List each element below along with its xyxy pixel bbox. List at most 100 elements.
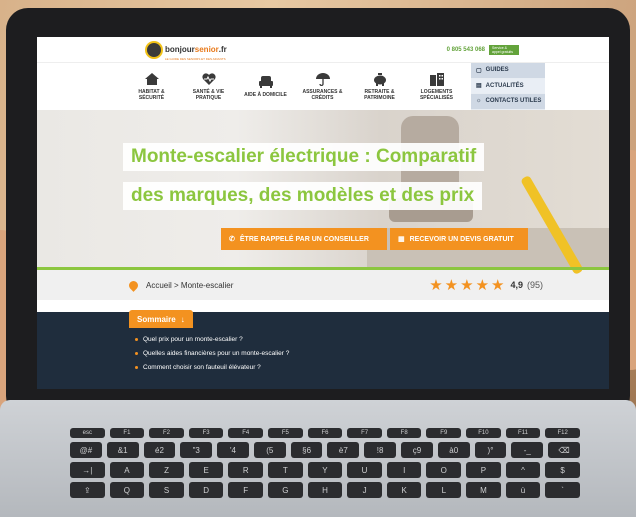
keyboard-top-letter-row: →| A Z E R T Y U I O P ^ $ — [70, 462, 580, 478]
nav-item-aide[interactable]: AIDE À DOMICILE — [237, 63, 294, 110]
side-menu-actualites[interactable]: ▤ ACTUALITÉS — [471, 78, 545, 94]
rating-score: 4,9 — [510, 280, 523, 290]
book-icon: ▢ — [476, 67, 482, 74]
logo-tld: .fr — [218, 44, 227, 54]
nav-label: RETRAITE & PATRIMOINE — [364, 89, 395, 101]
key: J — [347, 482, 382, 498]
armchair-icon — [258, 75, 274, 89]
key: O — [426, 462, 462, 478]
key: esc — [70, 428, 105, 438]
key: ⌫ — [548, 442, 580, 458]
rating-count: (95) — [526, 280, 543, 290]
key: ù — [505, 482, 541, 498]
nav-item-logements[interactable]: LOGEMENTS SPÉCIALISÉS — [408, 63, 465, 110]
key: F2 — [149, 428, 184, 438]
key: ç9 — [401, 442, 433, 458]
key: ⇪ — [70, 482, 105, 498]
bullet-icon — [135, 366, 138, 369]
phone-contact[interactable]: 0 805 543 068 Service & appel gratuits — [447, 44, 519, 55]
site-logo[interactable]: bonjoursenior.fr LE GUIDE DES SENIORS ET… — [147, 39, 227, 61]
key: F4 — [228, 428, 264, 438]
side-menu: ▢ GUIDES ▤ ACTUALITÉS ☼ CONTACTS UTILES — [471, 63, 545, 110]
summary-tab[interactable]: Sommaire ↓ — [129, 310, 193, 328]
key: P — [466, 462, 501, 478]
key: §6 — [290, 442, 323, 458]
hero-banner: Monte-escalier électrique : Comparatif d… — [37, 110, 609, 276]
rating-widget: ★ ★ ★ ★ ★ 4,9 (95) — [429, 278, 543, 293]
key: @# — [70, 442, 102, 458]
key: M — [466, 482, 501, 498]
newspaper-icon: ▤ — [476, 83, 482, 90]
nav-label: SANTÉ & VIE PRATIQUE — [192, 89, 225, 101]
side-menu-contacts[interactable]: ☼ CONTACTS UTILES — [471, 94, 545, 110]
key: S — [149, 482, 184, 498]
toc-item-label: Comment choisir son fauteuil élévateur ? — [143, 364, 261, 371]
sun-logo-icon — [147, 42, 161, 57]
logo-wordmark: bonjoursenior.fr LE GUIDE DES SENIORS ET… — [165, 39, 227, 61]
star-icon: ★ — [444, 276, 459, 294]
quote-button[interactable]: ▦ RECEVOIR UN DEVIS GRATUIT — [390, 228, 528, 250]
key: F3 — [188, 428, 224, 438]
house-icon — [144, 72, 160, 86]
key: F12 — [545, 428, 580, 438]
spacer — [37, 300, 609, 312]
key: F6 — [307, 428, 343, 438]
key: !8 — [364, 442, 397, 458]
key: &1 — [106, 442, 139, 458]
key: U — [347, 462, 382, 478]
key: T — [268, 462, 303, 478]
nav-item-habitat[interactable]: HABITAT & SÉCURITÉ — [123, 63, 180, 110]
key: K — [386, 482, 422, 498]
calculator-icon: ▦ — [398, 236, 405, 243]
side-menu-label: CONTACTS UTILES — [485, 98, 542, 105]
main-navigation: HABITAT & SÉCURITÉ SANTÉ & VIE PRATIQUE … — [37, 63, 609, 110]
key: F7 — [347, 428, 382, 438]
summary-tab-label: Sommaire — [137, 314, 176, 324]
key: L — [426, 482, 462, 498]
key: F10 — [466, 428, 501, 438]
breadcrumb-bar: Accueil > Monte-escalier ★ ★ ★ ★ ★ 4,9 (… — [37, 270, 609, 300]
umbrella-icon — [315, 72, 331, 87]
logo-tagline: LE GUIDE DES SENIORS ET DES AIDANTS — [165, 56, 226, 61]
toc-list: Quel prix pour un monte-escalier ? Quell… — [135, 336, 609, 371]
key: $ — [545, 462, 580, 478]
star-icon: ★ — [429, 276, 443, 294]
callback-button[interactable]: ✆ ÊTRE RAPPELÉ PAR UN CONSEILLER — [221, 228, 387, 250]
bullet-icon — [135, 352, 138, 355]
location-pin-icon — [127, 278, 140, 292]
key: Q — [109, 482, 145, 498]
toc-item[interactable]: Quelles aides financières pour un monte-… — [135, 350, 609, 357]
phone-number[interactable]: 0 805 543 068 — [447, 47, 485, 53]
breadcrumb[interactable]: Accueil > Monte-escalier — [146, 281, 233, 290]
side-menu-guides[interactable]: ▢ GUIDES — [471, 63, 545, 79]
arrow-down-icon: ↓ — [180, 314, 185, 324]
key: ^ — [505, 462, 541, 478]
toc-item-label: Quel prix pour un monte-escalier ? — [143, 336, 243, 343]
nav-item-assurances[interactable]: ASSURANCES & CRÉDITS — [294, 63, 351, 110]
toc-item[interactable]: Quel prix pour un monte-escalier ? — [135, 336, 609, 343]
key: è7 — [327, 442, 360, 458]
side-menu-label: ACTUALITÉS — [485, 82, 524, 89]
keyboard: esc F1 F2 F3 F4 F5 F6 F7 F8 F9 F10 F11 F… — [70, 428, 580, 517]
star-icon: ★ — [460, 276, 474, 294]
key: F5 — [268, 428, 303, 438]
laptop-screen: bonjoursenior.fr LE GUIDE DES SENIORS ET… — [37, 37, 609, 389]
nav-item-retraite[interactable]: RETRAITE & PATRIMOINE — [351, 63, 408, 110]
key: R — [228, 462, 264, 478]
bullet-icon — [135, 338, 138, 341]
key: Y — [307, 462, 343, 478]
hero-title-line1: Monte-escalier électrique : Comparatif — [123, 143, 485, 171]
key: F11 — [505, 428, 541, 438]
piggy-bank-icon — [372, 72, 388, 86]
keyboard-fn-row: esc F1 F2 F3 F4 F5 F6 F7 F8 F9 F10 F11 F… — [70, 428, 580, 438]
key: →| — [70, 462, 105, 478]
phone-icon: ✆ — [229, 236, 235, 243]
key: F9 — [426, 428, 462, 438]
nav-label: HABITAT & SÉCURITÉ — [138, 89, 165, 101]
key: '4 — [217, 442, 249, 458]
logo-name-accent: senior — [194, 44, 219, 54]
star-icon: ★ — [475, 276, 490, 294]
nav-item-sante[interactable]: SANTÉ & VIE PRATIQUE — [180, 63, 237, 110]
toc-item[interactable]: Comment choisir son fauteuil élévateur ? — [135, 364, 609, 371]
keyboard-home-row: ⇪ Q S D F G H J K L M ù ` — [70, 482, 580, 498]
